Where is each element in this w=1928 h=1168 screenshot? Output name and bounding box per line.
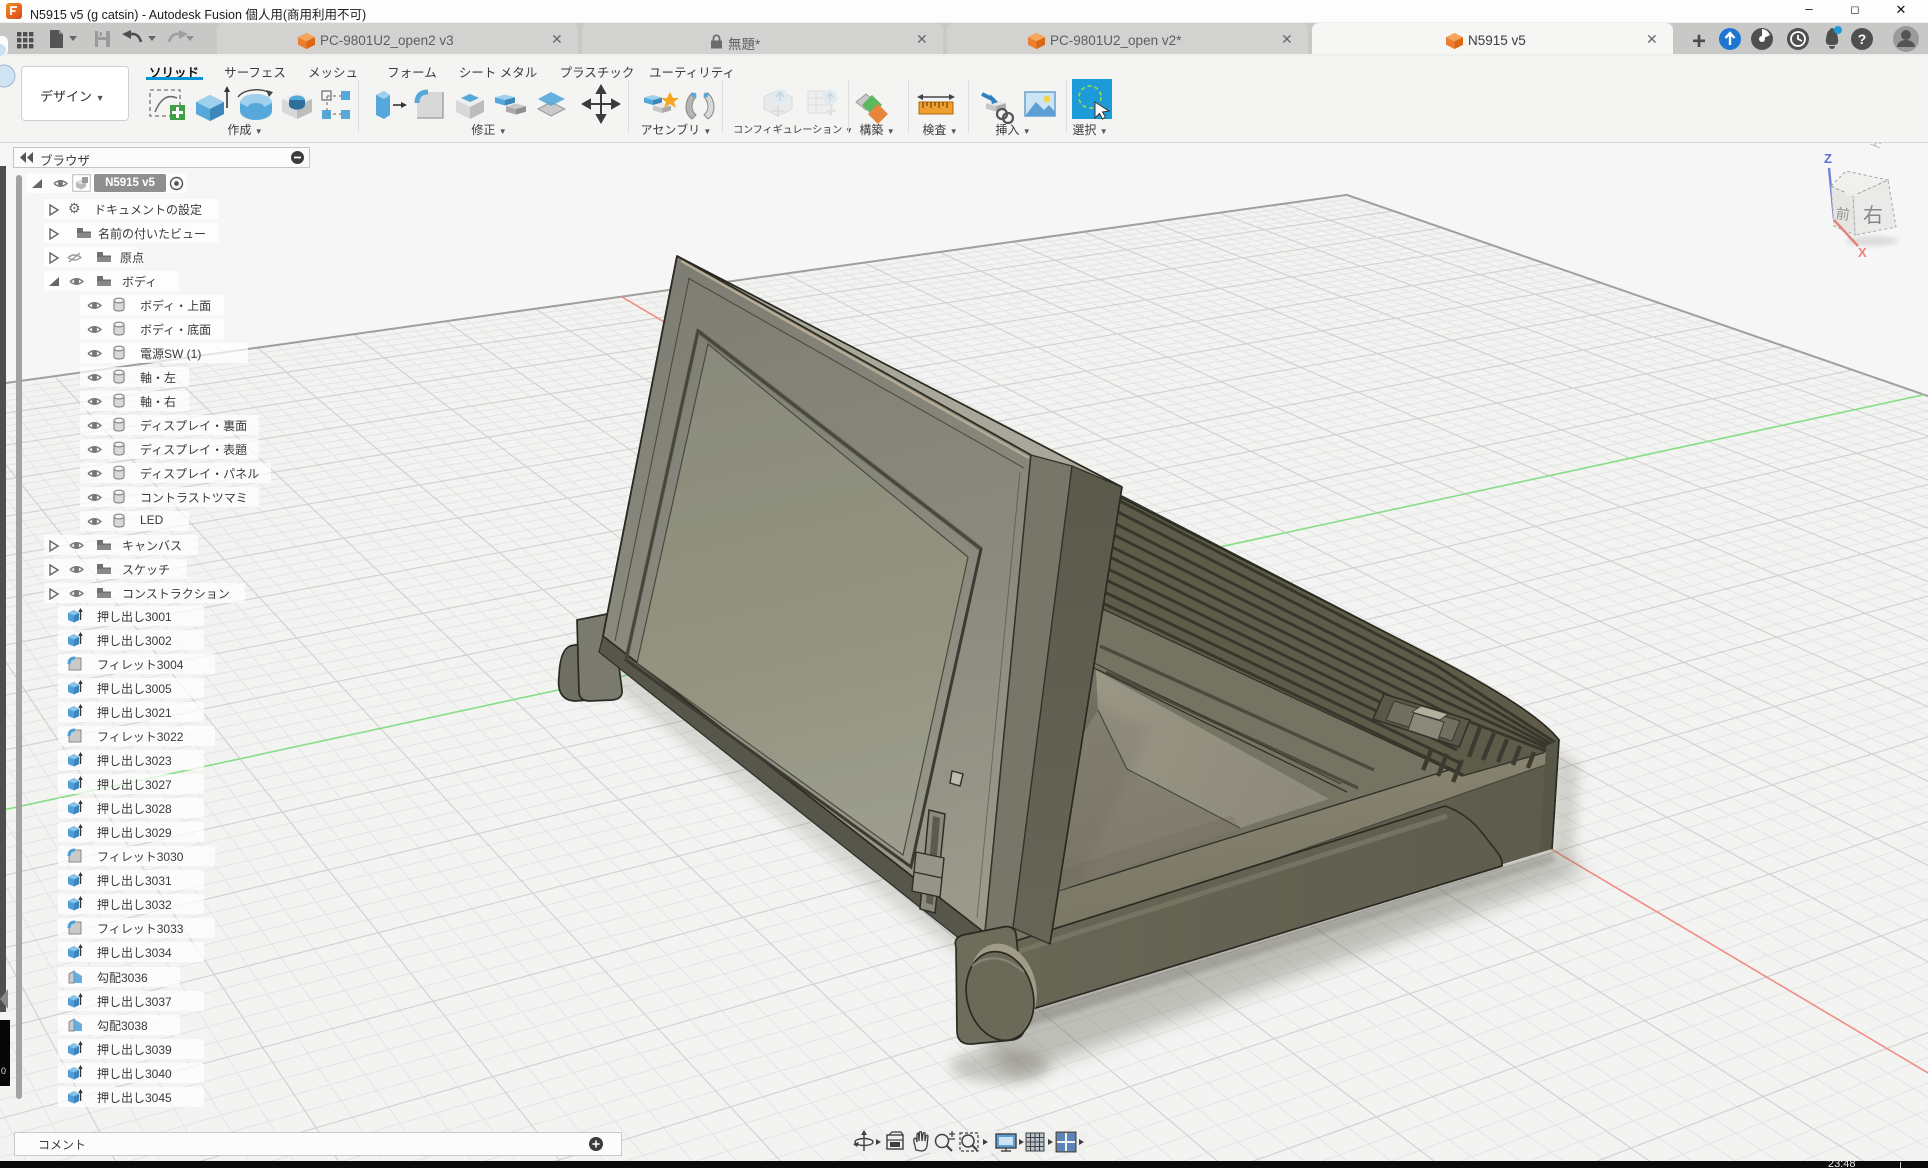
- svg-text:X: X: [1858, 245, 1867, 260]
- svg-text:Z: Z: [1824, 151, 1832, 166]
- svg-text:右: 右: [1863, 204, 1883, 227]
- svg-text:上: 上: [1869, 143, 1884, 151]
- svg-text:前: 前: [1835, 205, 1851, 223]
